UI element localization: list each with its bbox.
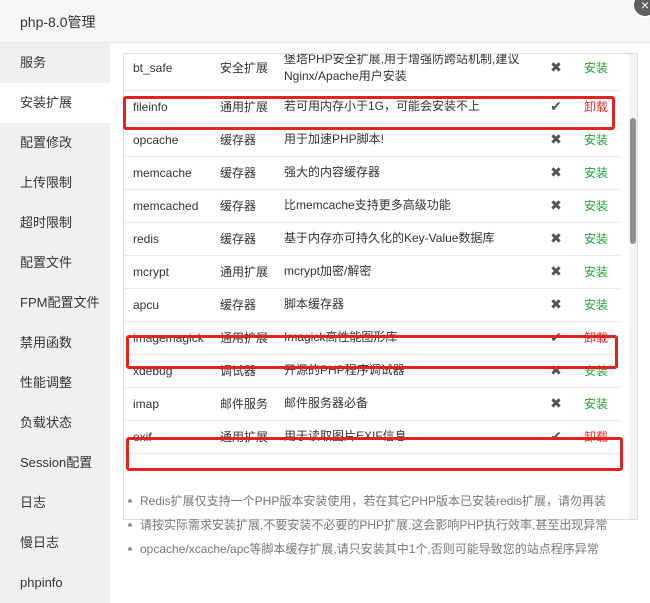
install-button[interactable]: 安装 xyxy=(584,166,608,180)
table-scrollbar[interactable] xyxy=(629,54,637,519)
extension-description: 堡塔PHP安全扩展,用于增强防跨站机制,建议Nginx/Apache用户安装 xyxy=(275,54,537,91)
not-installed-icon: ✖ xyxy=(550,395,562,411)
extension-description: 开源的PHP程序调试器 xyxy=(275,354,537,388)
window-titlebar: php-8.0管理 xyxy=(0,0,650,43)
sidebar-item-timeout-limit[interactable]: 超时限制 xyxy=(0,203,110,243)
extension-type: 通用扩展 xyxy=(211,321,275,355)
note-item: Redis扩展仅支持一个PHP版本安装使用，若在其它PHP版本已安装redis扩… xyxy=(126,489,636,513)
table-row: mcrypt 通用扩展 mcrypt加密/解密 ✖ 安装 xyxy=(124,255,621,289)
table-row: xdebug 调试器 开源的PHP程序调试器 ✖ 安装 xyxy=(124,354,621,388)
extension-type: 缓存器 xyxy=(211,288,275,322)
install-button[interactable]: 安装 xyxy=(584,133,608,147)
extension-type: 通用扩展 xyxy=(211,90,275,124)
install-button[interactable]: 安装 xyxy=(584,298,608,312)
extension-description: 用于读取图片EXIF信息 xyxy=(275,420,537,454)
table-row: imap 邮件服务 邮件服务器必备 ✖ 安装 xyxy=(124,387,621,421)
install-button[interactable]: 安装 xyxy=(584,397,608,411)
extension-type: 调试器 xyxy=(211,354,275,388)
sidebar-item-performance-tuning[interactable]: 性能调整 xyxy=(0,363,110,403)
extension-name: bt_safe xyxy=(124,54,211,91)
sidebar-item-session-config[interactable]: Session配置 xyxy=(0,443,110,483)
install-button[interactable]: 安装 xyxy=(584,265,608,279)
main-content: bt_safe 安全扩展 堡塔PHP安全扩展,用于增强防跨站机制,建议Nginx… xyxy=(110,43,650,603)
extension-description: Imagick高性能图形库 xyxy=(275,321,537,355)
table-row: apcu 缓存器 脚本缓存器 ✖ 安装 xyxy=(124,288,621,322)
sidebar: 服务 安装扩展 配置修改 上传限制 超时限制 配置文件 FPM配置文件 禁用函数… xyxy=(0,43,110,603)
not-installed-icon: ✖ xyxy=(550,59,562,76)
extension-type: 缓存器 xyxy=(211,156,275,190)
sidebar-item-log[interactable]: 日志 xyxy=(0,483,110,523)
extension-name: apcu xyxy=(124,288,211,322)
extension-name: exif xyxy=(124,420,211,454)
extension-name: imap xyxy=(124,387,211,421)
extension-description: 脚本缓存器 xyxy=(275,288,537,322)
extension-name: fileinfo xyxy=(124,90,211,124)
not-installed-icon: ✖ xyxy=(550,230,562,246)
uninstall-button[interactable]: 卸载 xyxy=(584,331,608,345)
sidebar-item-slow-log[interactable]: 慢日志 xyxy=(0,523,110,563)
sidebar-item-load-status[interactable]: 负载状态 xyxy=(0,403,110,443)
extension-description: 用于加速PHP脚本! xyxy=(275,123,537,157)
extension-description: 基于内存亦可持久化的Key-Value数据库 xyxy=(275,222,537,256)
not-installed-icon: ✖ xyxy=(550,164,562,180)
sidebar-item-service[interactable]: 服务 xyxy=(0,43,110,83)
not-installed-icon: ✖ xyxy=(550,362,562,378)
extension-type: 缓存器 xyxy=(211,222,275,256)
not-installed-icon: ✖ xyxy=(550,296,562,312)
notes-list: Redis扩展仅支持一个PHP版本安装使用，若在其它PHP版本已安装redis扩… xyxy=(126,489,636,561)
extension-type: 邮件服务 xyxy=(211,387,275,421)
not-installed-icon: ✖ xyxy=(550,197,562,213)
sidebar-item-config-edit[interactable]: 配置修改 xyxy=(0,123,110,163)
install-button[interactable]: 安装 xyxy=(584,364,608,378)
extension-name: memcached xyxy=(124,189,211,223)
sidebar-item-install-extensions[interactable]: 安装扩展 xyxy=(0,83,110,123)
installed-check-icon: ✔ xyxy=(550,329,562,345)
sidebar-item-disabled-functions[interactable]: 禁用函数 xyxy=(0,323,110,363)
table-row: exif 通用扩展 用于读取图片EXIF信息 ✔ 卸载 xyxy=(124,420,621,454)
install-button[interactable]: 安装 xyxy=(584,232,608,246)
window-title: php-8.0管理 xyxy=(20,14,96,30)
extension-name: imagemagick xyxy=(124,321,211,355)
extensions-table-container: bt_safe 安全扩展 堡塔PHP安全扩展,用于增强防跨站机制,建议Nginx… xyxy=(123,53,638,520)
extension-name: xdebug xyxy=(124,354,211,388)
sidebar-item-config-file[interactable]: 配置文件 xyxy=(0,243,110,283)
php-manager-window: php-8.0管理 × 服务 安装扩展 配置修改 上传限制 超时限制 配置文件 … xyxy=(0,0,650,603)
note-item: opcache/xcache/apc等脚本缓存扩展,请只安装其中1个,否则可能导… xyxy=(126,537,636,561)
extension-name: redis xyxy=(124,222,211,256)
extension-type: 通用扩展 xyxy=(211,255,275,289)
extensions-table: bt_safe 安全扩展 堡塔PHP安全扩展,用于增强防跨站机制,建议Nginx… xyxy=(124,54,621,454)
extension-type: 安全扩展 xyxy=(211,54,275,91)
install-button[interactable]: 安装 xyxy=(584,199,608,213)
scrollbar-thumb[interactable] xyxy=(630,118,636,244)
table-row: opcache 缓存器 用于加速PHP脚本! ✖ 安装 xyxy=(124,123,621,157)
sidebar-item-fpm-config-file[interactable]: FPM配置文件 xyxy=(0,283,110,323)
table-row: memcached 缓存器 比memcache支持更多高级功能 ✖ 安装 xyxy=(124,189,621,223)
table-row: redis 缓存器 基于内存亦可持久化的Key-Value数据库 ✖ 安装 xyxy=(124,222,621,256)
uninstall-button[interactable]: 卸载 xyxy=(584,100,608,114)
table-row: bt_safe 安全扩展 堡塔PHP安全扩展,用于增强防跨站机制,建议Nginx… xyxy=(124,54,621,91)
installed-check-icon: ✔ xyxy=(550,98,562,114)
extension-description: mcrypt加密/解密 xyxy=(275,255,537,289)
not-installed-icon: ✖ xyxy=(550,263,562,279)
installed-check-icon: ✔ xyxy=(550,428,562,444)
table-row: fileinfo 通用扩展 若可用内存小于1G，可能会安装不上 ✔ 卸载 xyxy=(124,90,621,124)
extension-name: opcache xyxy=(124,123,211,157)
note-item: 请按实际需求安装扩展,不要安装不必要的PHP扩展,这会影响PHP执行效率,甚至出… xyxy=(126,513,636,537)
install-button[interactable]: 安装 xyxy=(584,61,608,75)
extension-description: 比memcache支持更多高级功能 xyxy=(275,189,537,223)
extension-name: mcrypt xyxy=(124,255,211,289)
table-row: memcache 缓存器 强大的内容缓存器 ✖ 安装 xyxy=(124,156,621,190)
extension-name: memcache xyxy=(124,156,211,190)
extension-description: 邮件服务器必备 xyxy=(275,387,537,421)
extension-description: 强大的内容缓存器 xyxy=(275,156,537,190)
extension-type: 通用扩展 xyxy=(211,420,275,454)
extension-type: 缓存器 xyxy=(211,189,275,223)
extension-type: 缓存器 xyxy=(211,123,275,157)
table-row: imagemagick 通用扩展 Imagick高性能图形库 ✔ 卸载 xyxy=(124,321,621,355)
sidebar-item-upload-limit[interactable]: 上传限制 xyxy=(0,163,110,203)
uninstall-button[interactable]: 卸载 xyxy=(584,430,608,444)
not-installed-icon: ✖ xyxy=(550,131,562,147)
sidebar-item-phpinfo[interactable]: phpinfo xyxy=(0,563,110,603)
extension-description: 若可用内存小于1G，可能会安装不上 xyxy=(275,90,537,124)
